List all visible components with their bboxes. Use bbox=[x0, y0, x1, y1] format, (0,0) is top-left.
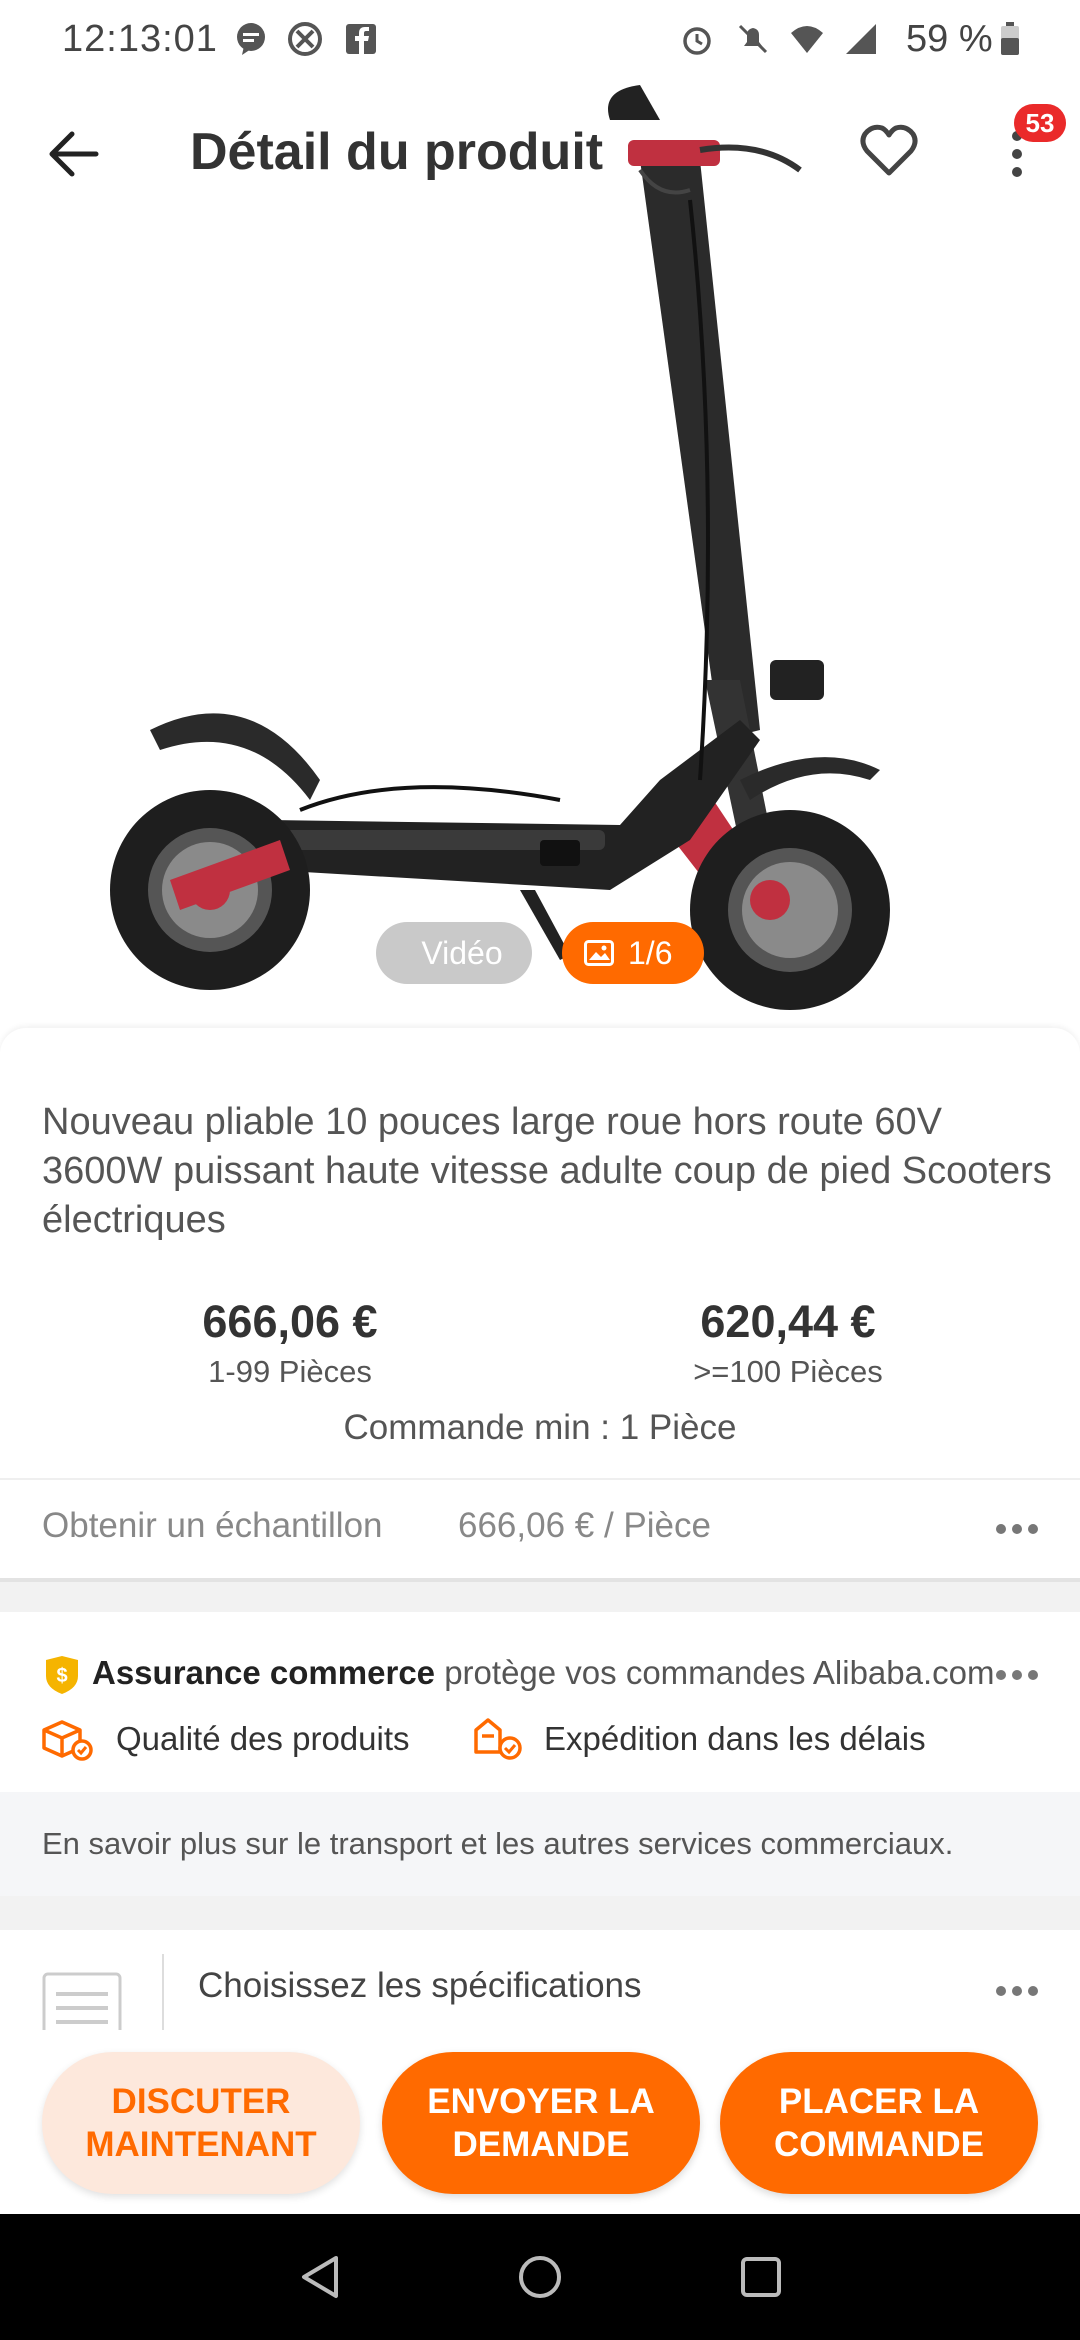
image-counter[interactable]: 1/6 bbox=[562, 922, 704, 984]
specifications-row[interactable]: Choisissez les spécifications bbox=[0, 1930, 1080, 2030]
nav-recents-icon[interactable] bbox=[736, 2252, 786, 2302]
price-value: 666,06 € bbox=[202, 1296, 378, 1347]
order-label-line2: COMMANDE bbox=[774, 2125, 984, 2164]
facebook-icon bbox=[346, 24, 376, 54]
arrow-left-icon[interactable] bbox=[44, 126, 104, 182]
shipping-icon bbox=[474, 1718, 522, 1760]
chat-now-button[interactable]: DISCUTER MAINTENANT bbox=[42, 2052, 360, 2194]
list-icon bbox=[42, 1972, 122, 2030]
image-icon bbox=[584, 940, 614, 966]
assurance-line: Assurance commerce protège vos commandes… bbox=[92, 1654, 995, 1692]
assurance-name: Assurance commerce bbox=[92, 1654, 436, 1691]
notification-badge: 53 bbox=[1014, 104, 1066, 142]
inquiry-button-label: ENVOYER LA DEMANDE bbox=[427, 2080, 655, 2166]
nav-back-icon[interactable] bbox=[296, 2252, 346, 2302]
action-bar: DISCUTER MAINTENANT ENVOYER LA DEMANDE P… bbox=[0, 2030, 1080, 2214]
system-nav-bar bbox=[0, 2214, 1080, 2340]
price-value: 620,44 € bbox=[700, 1296, 876, 1347]
learn-more-text: En savoir plus sur le transport et les a… bbox=[42, 1826, 954, 1861]
mute-icon bbox=[738, 24, 768, 54]
section-gap bbox=[0, 1896, 1080, 1930]
trade-assurance-section[interactable]: $ Assurance commerce protège vos command… bbox=[0, 1612, 1080, 1792]
chat-button-label: DISCUTER MAINTENANT bbox=[85, 2080, 316, 2166]
learn-more-link[interactable]: En savoir plus sur le transport et les a… bbox=[0, 1792, 1080, 1896]
battery-icon bbox=[1001, 22, 1019, 55]
specifications-label: Choisissez les spécifications bbox=[198, 1966, 642, 2005]
inquiry-label-line1: ENVOYER LA bbox=[427, 2082, 655, 2121]
chat-label-line2: MAINTENANT bbox=[85, 2125, 317, 2164]
feature-quality: Qualité des produits bbox=[116, 1720, 410, 1757]
price-tier: 666,06 € 1-99 Pièces bbox=[90, 1296, 490, 1390]
signal-icon bbox=[846, 24, 876, 54]
divider bbox=[162, 1954, 164, 2030]
alarm-icon bbox=[683, 27, 711, 55]
feature-shipping: Expédition dans les délais bbox=[544, 1720, 926, 1757]
sample-label: Obtenir un échantillon bbox=[42, 1506, 383, 1545]
price-quantity: 1-99 Pièces bbox=[208, 1354, 372, 1389]
more-horiz-icon[interactable] bbox=[996, 1524, 1040, 1536]
message-notification-icon bbox=[237, 23, 265, 55]
inquiry-label-line2: DEMANDE bbox=[452, 2125, 630, 2164]
product-info-card: Nouveau pliable 10 pouces large roue hor… bbox=[0, 1028, 1080, 1588]
wifi-icon bbox=[791, 26, 823, 53]
status-bar: 12:13:01 59 % bbox=[0, 0, 1080, 80]
nav-home-icon[interactable] bbox=[515, 2252, 565, 2302]
video-label: Vidéo bbox=[421, 935, 503, 971]
video-button[interactable]: Vidéo bbox=[376, 922, 532, 984]
page-title: Détail du produit bbox=[190, 123, 604, 181]
status-time: 12:13:01 bbox=[62, 18, 218, 60]
quality-icon bbox=[42, 1720, 93, 1761]
product-title: Nouveau pliable 10 pouces large roue hor… bbox=[42, 1101, 1052, 1241]
chat-label-line1: DISCUTER bbox=[111, 2082, 291, 2121]
heart-icon[interactable] bbox=[858, 120, 920, 182]
order-button-label: PLACER LA COMMANDE bbox=[774, 2080, 984, 2166]
product-gallery[interactable]: Vidéo 1/6 bbox=[0, 80, 1080, 1030]
svg-text:$: $ bbox=[56, 1665, 67, 1687]
section-gap bbox=[0, 1582, 1080, 1612]
battery-percent: 59 % bbox=[906, 18, 993, 60]
more-horiz-icon[interactable] bbox=[996, 1986, 1040, 1998]
send-inquiry-button[interactable]: ENVOYER LA DEMANDE bbox=[382, 2052, 700, 2194]
more-horiz-icon[interactable] bbox=[996, 1670, 1040, 1682]
min-order: Commande min : 1 Pièce bbox=[343, 1408, 737, 1447]
app-header: Détail du produit 53 bbox=[0, 100, 1080, 210]
image-counter-text: 1/6 bbox=[628, 935, 673, 971]
place-order-button[interactable]: PLACER LA COMMANDE bbox=[720, 2052, 1038, 2194]
sample-row[interactable]: Obtenir un échantillon 666,06 € / Pièce bbox=[0, 1480, 1080, 1580]
trade-assurance-icon: $ bbox=[46, 1656, 78, 1694]
product-image bbox=[110, 85, 890, 1010]
price-quantity: >=100 Pièces bbox=[693, 1354, 883, 1389]
price-tier: 620,44 € >=100 Pièces bbox=[588, 1296, 988, 1390]
sample-price: 666,06 € / Pièce bbox=[458, 1506, 711, 1545]
assurance-description: protège vos commandes Alibaba.com bbox=[444, 1654, 995, 1691]
order-label-line1: PLACER LA bbox=[778, 2082, 980, 2121]
xbox-icon bbox=[288, 22, 322, 56]
